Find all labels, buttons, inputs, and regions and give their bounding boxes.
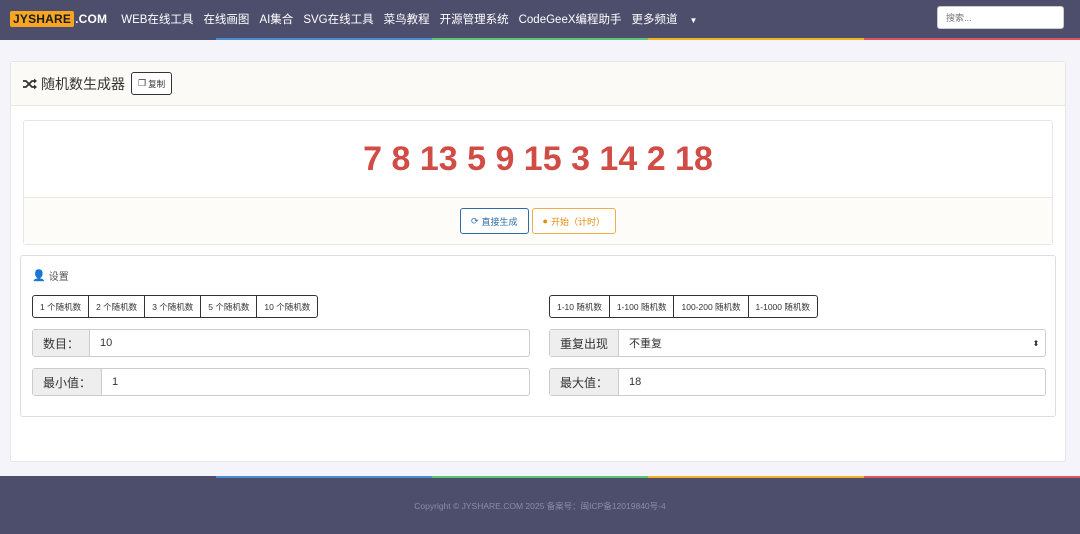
count-input[interactable]: 10 [90,330,529,356]
settings-title: 设置 [48,272,69,283]
refresh-icon: ⟳ [470,215,479,226]
random-result: 7 8 13 5 9 15 3 14 2 18 [24,121,1052,198]
preset-count-3[interactable]: 3 个随机数 [144,295,202,318]
min-field: 最小值： 1 [32,368,530,396]
settings-panel: 👤 设置 1 个随机数 2 个随机数 3 个随机数 5 个随机数 10 个随机数… [20,255,1056,417]
alert-circle-icon: ● [542,216,548,226]
preset-count-1[interactable]: 1 个随机数 [32,295,90,318]
repeat-field: 重复出现 不重复 ⬍ [549,329,1046,357]
nav-item-runoob[interactable]: 菜鸟教程 [384,11,430,27]
preset-count-5[interactable]: 5 个随机数 [200,295,258,318]
start-timer-label: 开始（计时） [550,216,605,227]
nav-item-open-source[interactable]: 开源管理系统 [440,11,509,27]
max-input[interactable]: 18 [619,369,1045,395]
repeat-label: 重复出现 [550,330,620,356]
result-box: 7 8 13 5 9 15 3 14 2 18 ⟳ 直接生成 ● 开始（计时） [23,120,1053,245]
footer-copyright: Copyright © JYSHARE.COM 2025 备案号：闽ICP备12… [414,501,666,511]
preset-count-10[interactable]: 10 个随机数 [256,295,319,318]
count-label: 数目： [33,330,91,356]
nav-item-online-drawing[interactable]: 在线画图 [203,11,249,27]
count-preset-group: 1 个随机数 2 个随机数 3 个随机数 5 个随机数 10 个随机数 [32,295,319,318]
copy-icon: ❐ [138,78,147,88]
page-title: 随机数生成器 [41,75,125,92]
brand-text-domain: .COM [75,12,108,26]
preset-range-1-100[interactable]: 1-100 随机数 [608,295,675,318]
max-label: 最大值： [550,369,620,395]
start-timer-button[interactable]: ● 开始（计时） [531,208,616,234]
nav-item-ai-collection[interactable]: AI集合 [259,11,293,27]
copy-button-label: 复制 [148,78,166,89]
result-actions: ⟳ 直接生成 ● 开始（计时） [24,198,1052,244]
navbar: JYSHARE .COM WEB在线工具 在线画图 AI集合 SVG在线工具 菜… [0,0,1080,38]
brand-text-primary: JYSHARE [10,11,75,27]
random-generator-panel: 随机数生成器 ❐ 复制 7 8 13 5 9 15 3 14 2 18 ⟳ 直接… [10,61,1066,462]
footer: Copyright © JYSHARE.COM 2025 备案号：闽ICP备12… [0,478,1080,534]
nav-menu: WEB在线工具 在线画图 AI集合 SVG在线工具 菜鸟教程 开源管理系统 Co… [121,11,717,27]
nav-item-more-label: 更多频道 [631,14,678,26]
navbar-rainbow-border [0,38,1080,40]
caret-down-icon: ▼ [689,16,698,25]
preset-range-1-10[interactable]: 1-10 随机数 [549,295,610,318]
max-field: 最大值： 18 [549,368,1046,396]
nav-item-web-tools[interactable]: WEB在线工具 [121,11,193,27]
shuffle-icon [23,78,37,89]
copy-button[interactable]: ❐ 复制 [131,72,173,95]
select-arrows-icon[interactable]: ⬍ [1027,330,1045,356]
min-label: 最小值： [33,369,103,395]
search-input[interactable] [937,6,1064,29]
preset-count-2[interactable]: 2 个随机数 [88,295,146,318]
repeat-select[interactable]: 不重复 [619,330,1027,356]
generate-button[interactable]: ⟳ 直接生成 [459,208,529,234]
user-cog-icon: 👤 [32,270,46,282]
nav-item-codegeex[interactable]: CodeGeeX编程助手 [519,11,622,27]
settings-header: 👤 设置 [32,268,69,283]
generate-button-label: 直接生成 [481,216,518,227]
preset-range-1-1000[interactable]: 1-1000 随机数 [747,295,818,318]
min-input[interactable]: 1 [102,369,529,395]
preset-range-100-200[interactable]: 100-200 随机数 [673,295,749,318]
brand-logo[interactable]: JYSHARE .COM [10,11,107,27]
range-preset-group: 1-10 随机数 1-100 随机数 100-200 随机数 1-1000 随机… [549,295,818,318]
count-field: 数目： 10 [32,329,530,357]
nav-item-svg-tools[interactable]: SVG在线工具 [303,11,373,27]
panel-header: 随机数生成器 ❐ 复制 [11,62,1065,106]
nav-item-more-channels[interactable]: 更多频道 ▼ [632,11,708,27]
